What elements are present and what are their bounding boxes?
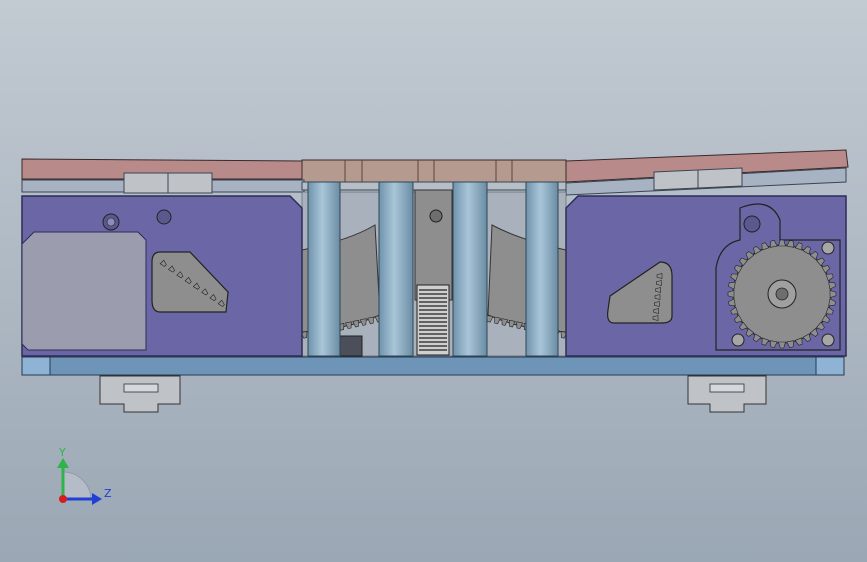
motor-block[interactable] (21, 231, 147, 351)
cad-scene[interactable]: Y Z (0, 0, 867, 562)
small-block (339, 335, 363, 357)
column-2[interactable] (378, 181, 414, 357)
y-axis-label: Y (58, 446, 66, 459)
column-3[interactable] (452, 181, 488, 357)
screw-1 (821, 241, 835, 255)
bracket-hole (743, 215, 761, 233)
screw-2 (731, 333, 745, 347)
cad-viewport[interactable]: Y Z (0, 0, 867, 562)
base-plate[interactable] (21, 356, 845, 376)
left-housing[interactable] (21, 195, 303, 357)
right-housing[interactable] (565, 195, 847, 357)
bolt-hole-2 (156, 209, 172, 225)
base-plate-end-left (21, 356, 51, 376)
rack-gear[interactable] (416, 284, 450, 356)
base-plate-end-right (815, 356, 845, 376)
pivot-hole-center (429, 209, 443, 223)
triad-origin (59, 495, 67, 503)
column-4[interactable] (525, 181, 559, 357)
screw-3 (821, 333, 835, 347)
z-axis-label: Z (104, 487, 112, 500)
sector-gear-center[interactable] (414, 189, 453, 301)
column-1[interactable] (307, 181, 341, 357)
